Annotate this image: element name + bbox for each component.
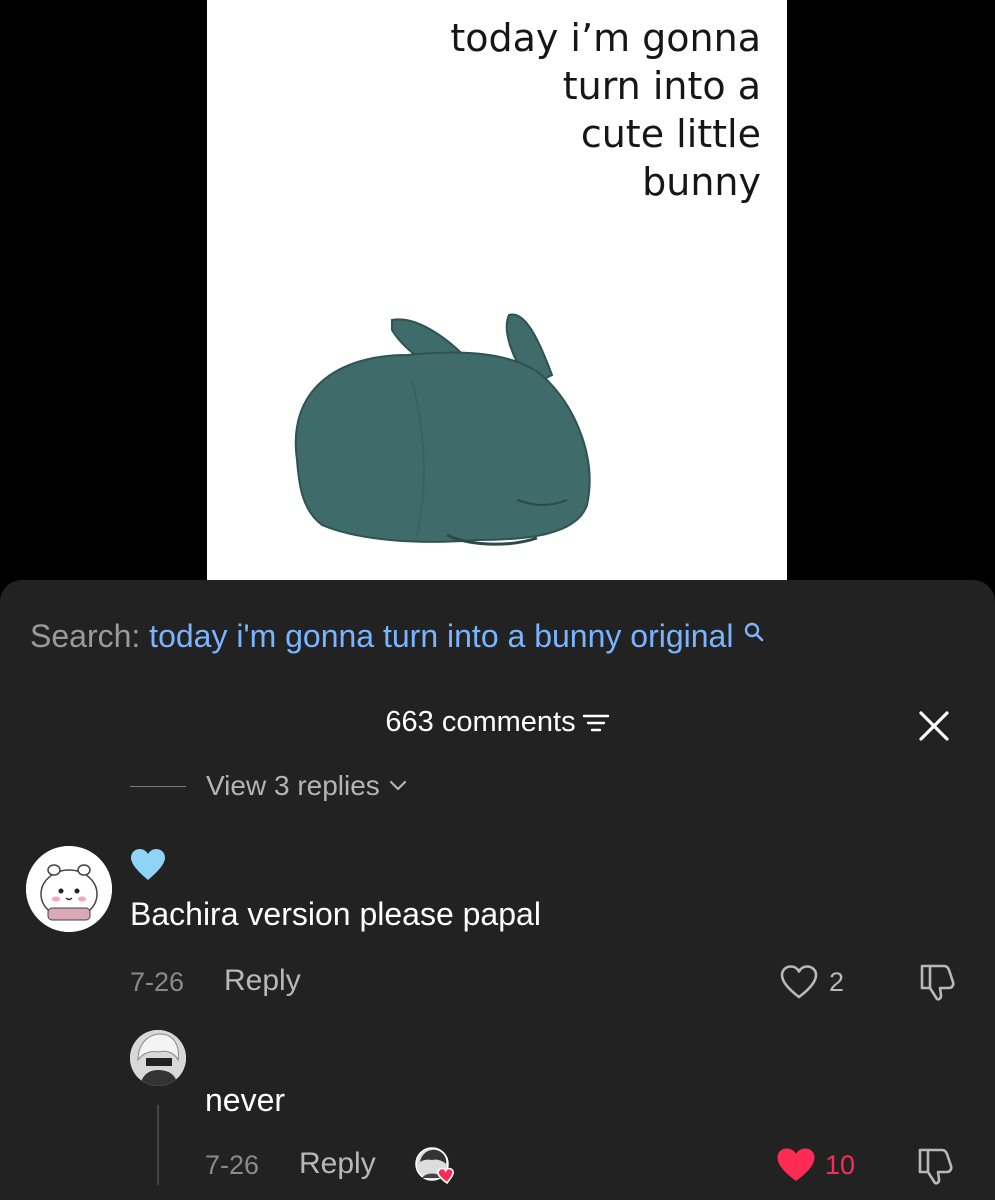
avatar[interactable] [26,846,112,932]
search-label: Search: [30,618,141,654]
comment-text: Bachira version please papal [130,896,541,932]
meme-image: today i’m gonna turn into a cute little … [207,0,787,580]
liked-by-creator-icon [415,1147,455,1185]
bunny-illustration [294,313,591,546]
chevron-down-icon [389,780,406,791]
comments-panel: Search: today i'm gonna turn into a bunn… [0,580,995,1200]
hamster-avatar-icon [26,846,112,932]
blue-heart-icon [131,849,165,880]
comment-date: 7-26 [130,967,185,997]
comments-header: 663 comments [0,706,995,739]
view-replies-button[interactable]: View 3 replies [130,770,408,802]
view-replies-label: View 3 replies [206,770,380,801]
search-suggestion[interactable]: Search: today i'm gonna turn into a bunn… [30,618,764,655]
video-area[interactable]: today i’m gonna turn into a cute little … [0,0,995,600]
dislike-icon[interactable] [916,962,960,1002]
reply-reply-button[interactable]: Reply [299,1147,376,1181]
reply-dislike-icon[interactable] [914,1146,958,1186]
reply-like-count: 10 [825,1150,856,1180]
reply-text: never [205,1082,286,1118]
search-query-link[interactable]: today i'm gonna turn into a bunny origin… [149,618,733,654]
like-count: 2 [829,967,845,997]
heart-outline-icon[interactable] [779,964,819,1000]
comment-count: 663 comments [385,706,576,738]
divider-line [130,785,186,787]
heart-filled-icon[interactable] [775,1146,817,1184]
search-icon[interactable] [744,622,764,644]
thread-line [157,1105,159,1185]
character-avatar-icon [130,1030,186,1086]
close-icon[interactable] [916,708,952,744]
filter-icon[interactable] [582,712,610,734]
reply-avatar[interactable] [130,1030,186,1086]
meme-caption: today i’m gonna turn into a cute little … [450,16,761,204]
reply-button[interactable]: Reply [224,964,301,998]
reply-date: 7-26 [205,1150,260,1180]
